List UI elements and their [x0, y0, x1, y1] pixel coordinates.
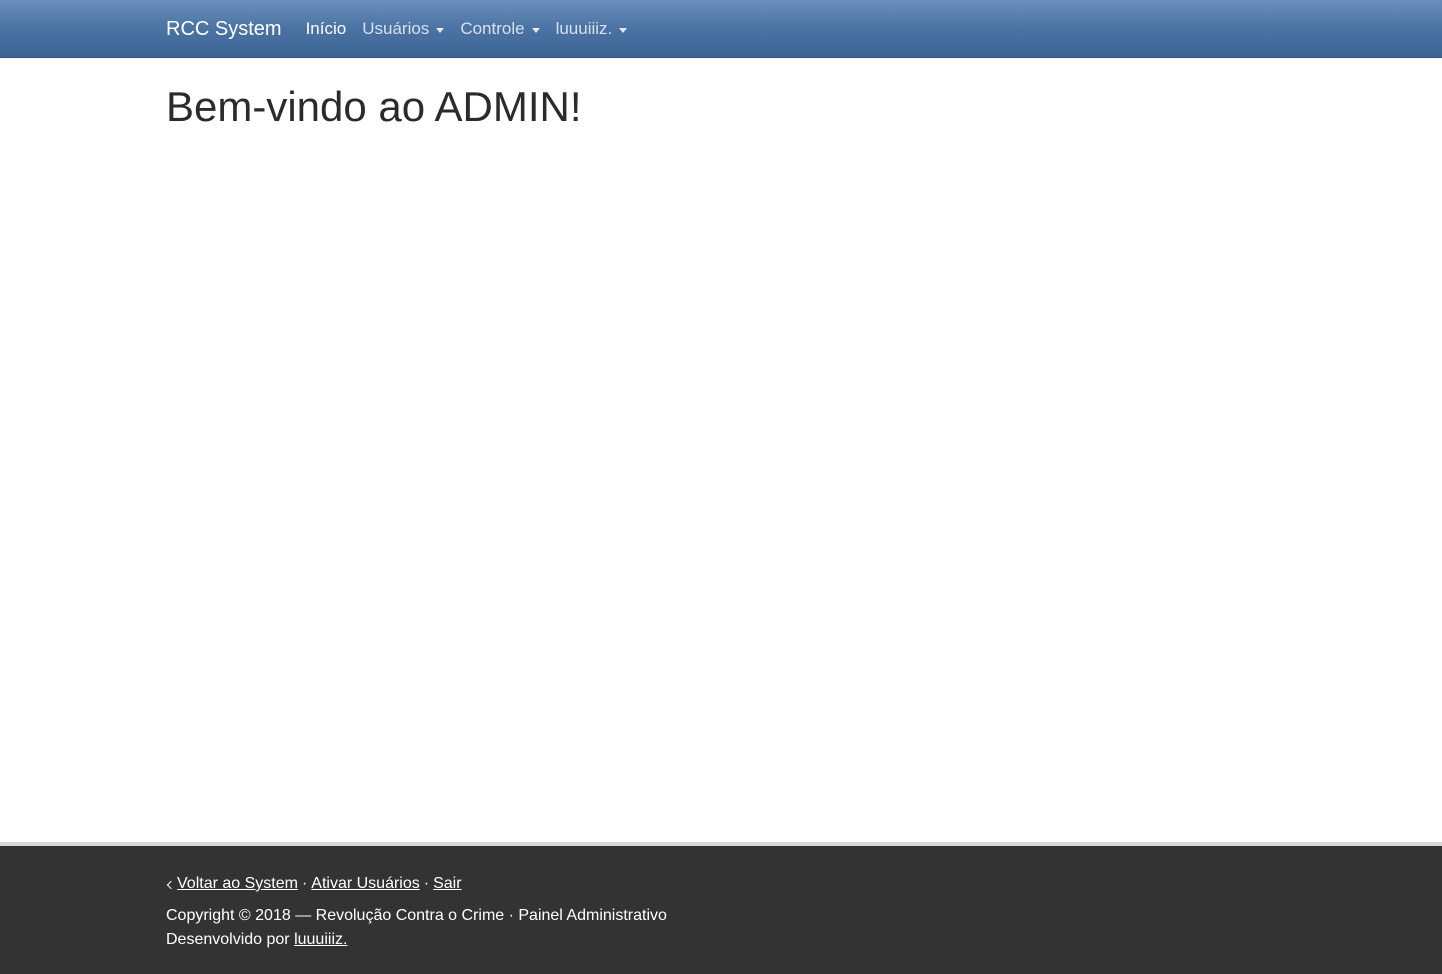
separator: ·: [423, 875, 430, 892]
developer-link[interactable]: luuuiiiz.: [294, 931, 347, 948]
nav-item-usuarios-dropdown[interactable]: Usuários: [362, 19, 445, 39]
back-to-system-label: Voltar ao System: [177, 875, 298, 892]
copyright-text: Copyright © 2018 — Revolução Contra o Cr…: [166, 907, 667, 924]
nav-item-controle-dropdown[interactable]: Controle: [460, 19, 540, 39]
footer-content: Voltar ao System · Ativar Usuários · Sai…: [166, 872, 667, 952]
chevron-left-icon: [166, 880, 176, 890]
nav-item-label: Início: [305, 19, 347, 38]
caret-down-icon: [531, 27, 540, 33]
caret-down-icon: [436, 27, 445, 33]
footer-links: Voltar ao System · Ativar Usuários · Sai…: [166, 872, 667, 896]
top-navbar: RCC System Início Usuários Controle luuu…: [0, 0, 1442, 58]
nav-item-user-dropdown[interactable]: luuuiiiz.: [556, 19, 628, 39]
nav-item-label: luuuiiiz.: [555, 19, 613, 38]
brand-link[interactable]: RCC System: [166, 18, 282, 41]
caret-down-icon: [619, 27, 628, 33]
developed-by-prefix: Desenvolvido por: [166, 931, 295, 948]
page-title: Bem-vindo ao ADMIN!: [166, 83, 582, 130]
nav-item-label: Controle: [460, 19, 525, 38]
footer: Voltar ao System · Ativar Usuários · Sai…: [0, 842, 1442, 974]
logout-link[interactable]: Sair: [433, 872, 461, 896]
separator: ·: [301, 875, 308, 892]
developed-by-line: Desenvolvido por luuuiiiz.: [166, 928, 667, 952]
navbar-container: RCC System Início Usuários Controle luuu…: [166, 0, 643, 58]
nav-item-inicio[interactable]: Início: [306, 19, 347, 39]
activate-users-link[interactable]: Ativar Usuários: [311, 872, 419, 896]
back-to-system-link[interactable]: Voltar ao System: [166, 872, 298, 896]
nav-item-label: Usuários: [362, 19, 430, 38]
